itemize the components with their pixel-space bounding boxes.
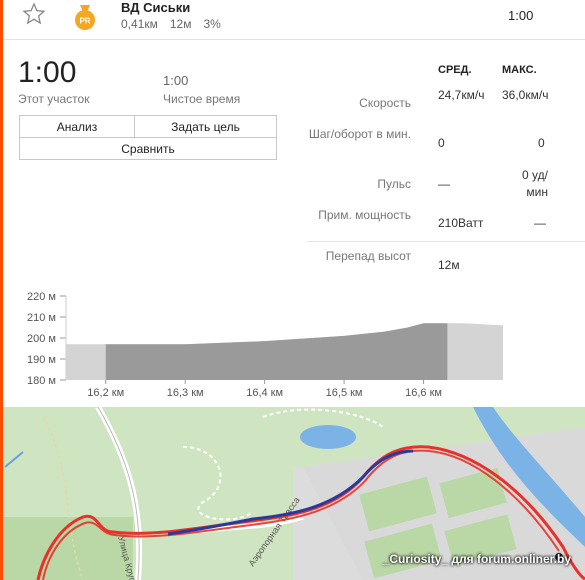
segment-stats: 0,41км 12м 3%: [121, 17, 233, 31]
segment-name[interactable]: ВД Сиськи: [121, 0, 190, 15]
y-tick-label: 190 м: [27, 354, 56, 366]
pr-medal-icon: PR: [75, 5, 95, 30]
x-tick-label: 16,4 км: [246, 387, 283, 399]
x-tick-label: 16,3 км: [167, 387, 204, 399]
stat-avg-speed: 24,7км/ч: [438, 88, 485, 102]
effort-time-label: Этот участок: [18, 92, 90, 106]
elevation-chart: 220 м 210 м 200 м 190 м 180 м 16,2 км 16,3 км 1…: [27, 291, 503, 399]
segment-map[interactable]: Улица Крупы Аэропорная Трасса _Curiosity…: [3, 407, 585, 580]
x-tick-label: 16,6 км: [405, 387, 442, 399]
stat-avg-cadence: 0: [438, 136, 445, 150]
stat-max-speed: 36,0км/ч: [502, 88, 549, 102]
stat-label-heartrate: Пульс: [377, 177, 411, 191]
watermark-credit: _Curiosity_ для forum.onliner.by: [382, 552, 571, 566]
stat-avg-heartrate: —: [438, 177, 450, 191]
clean-time-label: Чистое время: [163, 92, 241, 106]
x-tick-label: 16,2 км: [87, 387, 124, 399]
stat-avg-power: 210Ватт: [438, 216, 484, 230]
stat-max-power: —: [534, 216, 546, 230]
y-tick-label: 210 м: [27, 312, 56, 324]
stat-label-elevation: Перепад высот: [325, 249, 411, 263]
star-icon[interactable]: [22, 2, 46, 26]
divider: [3, 39, 585, 40]
set-goal-button[interactable]: Задать цель: [134, 115, 277, 138]
effort-time: 1:00: [18, 56, 77, 89]
clean-time: 1:00: [163, 73, 189, 88]
x-tick-label: 16,5 км: [326, 387, 363, 399]
segment-time: 1:00: [508, 8, 534, 23]
y-tick-label: 180 м: [27, 375, 56, 387]
segment-elevation-area: [105, 323, 448, 380]
max-column-header: МАКС.: [502, 64, 537, 76]
stat-max-heartrate: 0 уд/мин: [522, 168, 548, 199]
stat-label-speed: Скорость: [359, 96, 411, 110]
compare-button[interactable]: Сравнить: [19, 137, 277, 160]
divider: [307, 241, 585, 242]
segment-distance: 0,41км: [121, 17, 158, 31]
stat-label-power: Прим. мощность: [318, 208, 411, 222]
y-tick-label: 220 м: [27, 291, 56, 303]
stat-avg-elevation: 12м: [438, 258, 460, 272]
analysis-button[interactable]: Анализ: [19, 115, 135, 138]
y-tick-label: 200 м: [27, 333, 56, 345]
segment-grade: 3%: [203, 17, 221, 31]
avg-column-header: СРЕД.: [438, 64, 472, 76]
svg-text:PR: PR: [79, 17, 90, 26]
stat-max-cadence: 0: [538, 136, 545, 150]
stat-label-cadence: Шаг/оборот в мин.: [308, 127, 411, 141]
segment-elev-gain: 12м: [169, 17, 192, 31]
